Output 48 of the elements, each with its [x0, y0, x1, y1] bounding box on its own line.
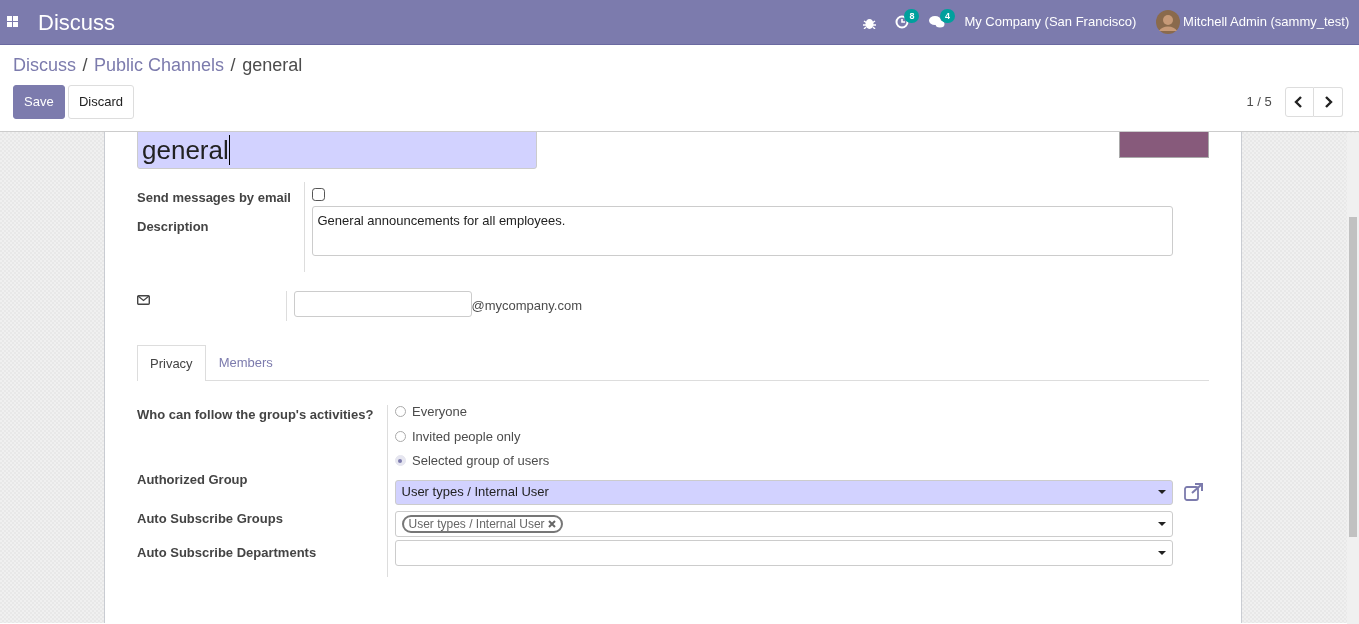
clock-icon[interactable] [895, 15, 910, 29]
pager-counter: 1 / 5 [1246, 93, 1272, 111]
dropdown-caret-icon[interactable] [1157, 522, 1166, 526]
discard-button[interactable]: Discard [67, 85, 134, 119]
radio-label: Invited people only [412, 427, 521, 446]
name-field[interactable]: general [137, 132, 537, 169]
envelope-icon [137, 295, 150, 305]
previous-button[interactable] [1284, 86, 1314, 117]
save-button[interactable]: Save [13, 85, 65, 119]
field-label: Who can follow the group's activities? [137, 405, 375, 424]
chevron-left-icon[interactable] [1294, 95, 1305, 108]
email-checkbox[interactable] [311, 188, 325, 201]
tab[interactable]: Privacy [137, 345, 206, 381]
description-field[interactable]: General announcements for all employees. [311, 206, 1173, 256]
remove-tag-icon[interactable] [547, 520, 556, 528]
dropdown-caret-icon[interactable] [1157, 551, 1166, 556]
radio-label: Everyone [412, 403, 467, 421]
dropdown-caret-icon[interactable] [1157, 490, 1166, 494]
chat-icon[interactable] [928, 15, 945, 29]
tab[interactable]: Members [205, 345, 286, 380]
scrollbar[interactable] [1347, 133, 1359, 624]
breadcrumb-item: general [242, 53, 303, 77]
authorized-group-select[interactable]: User types / Internal User [394, 479, 1173, 505]
field-label: Auto Subscribe Departments [137, 544, 318, 562]
company-switcher[interactable]: My Company (San Francisco) [964, 12, 1137, 32]
field-label: Send messages by email [137, 189, 292, 207]
app-grid-icon[interactable] [6, 16, 19, 28]
external-link-icon[interactable] [1183, 483, 1204, 501]
field-label: Auto Subscribe Groups [137, 509, 284, 528]
select-value: User types / Internal User [401, 483, 549, 502]
message-count-badge: 4 [939, 9, 955, 23]
breadcrumb-item[interactable]: Public Channels [94, 51, 225, 79]
alias-field[interactable] [293, 291, 472, 317]
breadcrumb-item[interactable]: Discuss [13, 51, 76, 79]
auto-subscribe-groups-select[interactable]: User types / Internal User [394, 511, 1173, 537]
field-label: Description [137, 217, 210, 236]
breadcrumb-separator: / [230, 53, 236, 77]
field-label: Authorized Group [137, 471, 249, 489]
breadcrumb-separator: / [82, 53, 88, 77]
avatar-icon[interactable] [1155, 10, 1180, 34]
activity-count-badge: 8 [904, 9, 920, 23]
radio-label: Selected group of users [412, 452, 550, 470]
tag-label: User types / Internal User [408, 517, 545, 531]
user-menu[interactable]: Mitchell Admin (sammy_test) [1183, 12, 1350, 32]
alias-domain: @mycompany.com [471, 297, 582, 315]
chevron-right-icon[interactable] [1322, 95, 1333, 108]
app-title[interactable]: Discuss [38, 5, 115, 39]
next-button[interactable] [1313, 86, 1343, 117]
